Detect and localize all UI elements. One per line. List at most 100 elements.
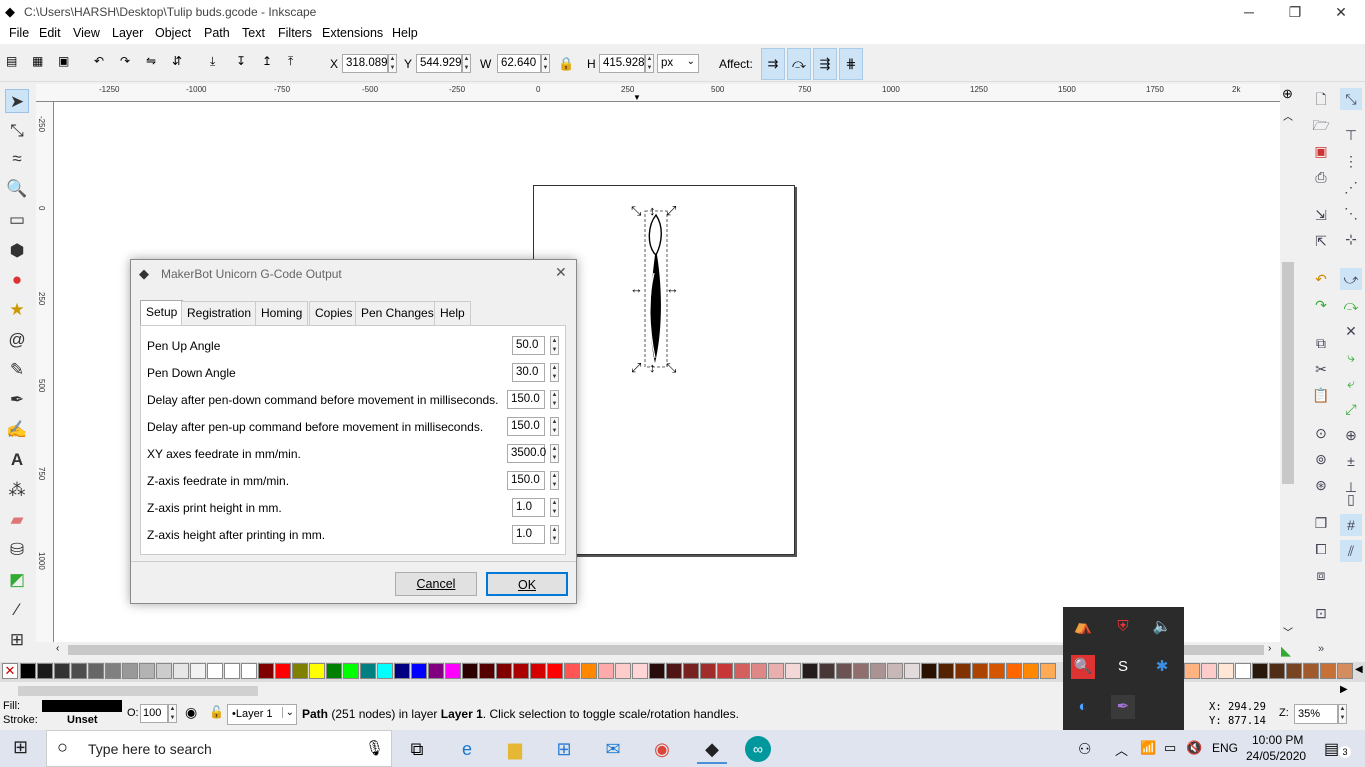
color-swatch[interactable] xyxy=(887,663,903,679)
color-swatch[interactable] xyxy=(20,663,36,679)
color-swatch[interactable] xyxy=(785,663,801,679)
color-swatch[interactable] xyxy=(853,663,869,679)
unlink-clone-icon[interactable]: ⧈ xyxy=(1310,564,1332,586)
raise-to-top-icon[interactable]: ⤒ xyxy=(288,54,308,74)
color-swatch[interactable] xyxy=(207,663,223,679)
color-swatch[interactable] xyxy=(258,663,274,679)
menu-extensions[interactable]: Extensions xyxy=(322,26,383,40)
color-swatch[interactable] xyxy=(513,663,529,679)
color-swatch[interactable] xyxy=(666,663,682,679)
color-swatch[interactable] xyxy=(938,663,954,679)
color-swatch[interactable] xyxy=(309,663,325,679)
layer-lock-icon[interactable]: 🔓 xyxy=(209,705,224,719)
microsoft-store-icon[interactable]: ⊞ xyxy=(549,734,579,764)
flip-horizontal-icon[interactable]: ⇋ xyxy=(146,54,166,74)
palette-scroll-icon[interactable]: ◀ xyxy=(1355,664,1363,675)
color-swatch[interactable] xyxy=(530,663,546,679)
scale-handle-icon[interactable]: ↕ xyxy=(649,203,656,218)
snap-page-icon[interactable]: ▯ xyxy=(1340,488,1362,510)
color-swatch[interactable] xyxy=(819,663,835,679)
snap-grid-icon[interactable]: # xyxy=(1340,514,1362,536)
menu-path[interactable]: Path xyxy=(204,26,230,40)
tray-s-app-icon[interactable]: S xyxy=(1111,655,1135,679)
arduino-icon[interactable]: ∞ xyxy=(745,736,771,762)
color-swatch[interactable] xyxy=(632,663,648,679)
zoom-spinner[interactable]: ▲ ▼ xyxy=(1338,704,1347,724)
snap-object-center-icon[interactable]: ⊕ xyxy=(1340,424,1362,446)
pen-down-angle-spinner[interactable]: ▲ ▼ xyxy=(550,363,559,382)
color-swatch[interactable] xyxy=(139,663,155,679)
color-swatch[interactable] xyxy=(1235,663,1251,679)
volume-muted-icon[interactable]: 🔇 xyxy=(1186,740,1202,756)
snap-rotation-center-icon[interactable]: ± xyxy=(1340,450,1362,472)
scrollbar-thumb[interactable] xyxy=(18,686,258,696)
ellipse-tool-icon[interactable]: ● xyxy=(5,268,29,292)
w-input[interactable]: 62.640 xyxy=(497,54,541,73)
color-swatch[interactable] xyxy=(802,663,818,679)
file-explorer-icon[interactable]: ▆ xyxy=(500,734,530,764)
color-swatch[interactable] xyxy=(751,663,767,679)
affect-stroke-button[interactable]: ⇉ xyxy=(761,48,785,80)
rotate-cw-icon[interactable]: ↷ xyxy=(120,54,140,74)
color-swatch[interactable] xyxy=(717,663,733,679)
snap-intersections-icon[interactable]: ✕ xyxy=(1340,320,1362,342)
lock-icon[interactable]: 🔒 xyxy=(558,56,578,76)
select-all-icon[interactable]: ▤ xyxy=(6,54,26,74)
snap-cusp-icon[interactable]: ⤷ xyxy=(1340,346,1362,368)
tray-blue-app-icon[interactable]: ◐ xyxy=(1071,695,1095,719)
z-height-after-spinner[interactable]: ▲ ▼ xyxy=(550,525,559,544)
bluetooth-icon[interactable]: ✱ xyxy=(1150,655,1174,679)
color-swatch[interactable] xyxy=(836,663,852,679)
chrome-icon[interactable]: ◉ xyxy=(647,734,677,764)
export-icon[interactable]: ⇱ xyxy=(1310,230,1332,252)
z-print-height-input[interactable]: 1.0 xyxy=(512,498,545,517)
windows-start-icon[interactable]: ⊞ xyxy=(13,737,28,758)
color-swatch[interactable] xyxy=(870,663,886,679)
color-swatch[interactable] xyxy=(54,663,70,679)
color-swatch[interactable] xyxy=(581,663,597,679)
color-swatch[interactable] xyxy=(921,663,937,679)
cut-icon[interactable]: ✂ xyxy=(1310,358,1332,380)
color-swatch[interactable] xyxy=(904,663,920,679)
close-button[interactable]: ✕ xyxy=(1318,2,1364,22)
network-icon[interactable]: 📶 xyxy=(1140,740,1156,756)
snap-midpoints-icon[interactable]: ⋱ xyxy=(1340,202,1362,224)
gradient-tool-icon[interactable]: ◩ xyxy=(5,568,29,592)
cancel-button[interactable]: Cancel xyxy=(395,572,477,596)
opacity-spinner[interactable]: ▲ ▼ xyxy=(168,704,177,723)
print-icon[interactable]: ⎙ xyxy=(1310,166,1332,188)
affect-corners-button[interactable]: ⤼ xyxy=(787,48,811,80)
scrollbar-thumb[interactable] xyxy=(1282,262,1294,484)
color-swatch[interactable] xyxy=(462,663,478,679)
menu-view[interactable]: View xyxy=(73,26,100,40)
dialog-close-icon[interactable]: ✕ xyxy=(555,264,567,281)
color-swatch[interactable] xyxy=(105,663,121,679)
pen-up-angle-spinner[interactable]: ▲ ▼ xyxy=(550,336,559,355)
scale-handle-icon[interactable]: ↔ xyxy=(630,281,643,296)
h-spinner[interactable]: ▲ ▼ xyxy=(645,54,654,73)
rectangle-tool-icon[interactable]: ▭ xyxy=(5,208,29,232)
minimize-button[interactable]: ─ xyxy=(1226,2,1272,22)
scale-handle-icon[interactable]: ↔ xyxy=(666,281,679,296)
lower-to-bottom-icon[interactable]: ⤓ xyxy=(210,54,230,74)
color-swatch[interactable] xyxy=(564,663,580,679)
scroll-right-icon[interactable]: ▶ xyxy=(1340,684,1348,695)
color-swatch[interactable] xyxy=(1218,663,1234,679)
color-swatch[interactable] xyxy=(326,663,342,679)
visibility-eye-icon[interactable]: ◉ xyxy=(185,704,197,721)
microphone-icon[interactable]: 🎙 xyxy=(365,739,384,757)
color-swatch[interactable] xyxy=(88,663,104,679)
x-spinner[interactable]: ▲ ▼ xyxy=(388,54,397,73)
color-swatch[interactable] xyxy=(1201,663,1217,679)
zoom-page-icon[interactable]: ⊛ xyxy=(1310,474,1332,496)
copy-icon[interactable]: ⧉ xyxy=(1310,332,1332,354)
menu-edit[interactable]: Edit xyxy=(39,26,61,40)
snap-centers-icon[interactable]: ⊹ xyxy=(1340,228,1362,250)
pen-tool-icon[interactable]: ✒ xyxy=(5,388,29,412)
node-tool-icon[interactable]: ⤡ xyxy=(5,119,29,143)
tray-feather-app-icon[interactable]: ✒ xyxy=(1111,695,1135,719)
snap-guide-icon[interactable]: ⫽ xyxy=(1340,540,1362,562)
z-height-after-input[interactable]: 1.0 xyxy=(512,525,545,544)
scroll-down-icon[interactable]: ﹀ xyxy=(1283,624,1293,639)
paint-bucket-tool-icon[interactable]: ⛁ xyxy=(5,538,29,562)
